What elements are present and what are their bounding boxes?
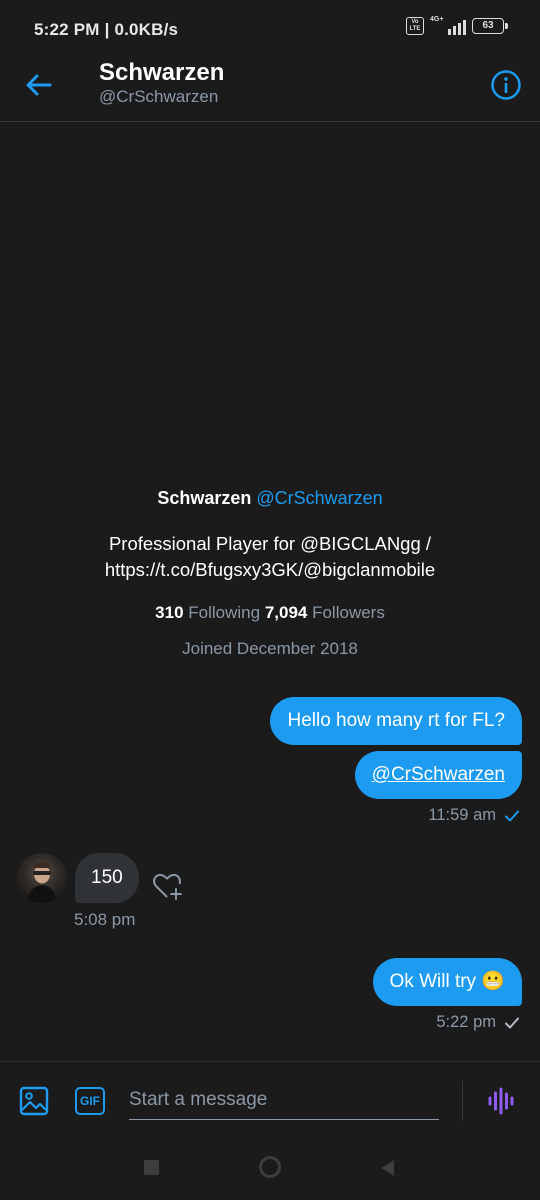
signal-bars bbox=[448, 20, 466, 35]
followers-count: 7,094 bbox=[264, 603, 308, 622]
profile-handle[interactable]: @CrSchwarzen bbox=[256, 488, 382, 508]
joined-date: Joined December 2018 bbox=[182, 639, 358, 658]
heart-plus-icon[interactable] bbox=[150, 868, 186, 904]
status-time: 5:22 PM | 0.0KB/s bbox=[34, 20, 179, 39]
voice-message-icon[interactable] bbox=[487, 1086, 515, 1116]
back-triangle-icon[interactable] bbox=[378, 1158, 396, 1178]
message-bubble-outgoing[interactable]: Ok Will try 😬 bbox=[372, 958, 522, 1006]
message-time: 11:59 am bbox=[428, 806, 496, 824]
volte-label: Vo LTE bbox=[409, 19, 421, 32]
message-bubble-incoming[interactable]: 150 bbox=[75, 853, 139, 903]
conversation-header: Schwarzen @CrSchwarzen bbox=[0, 59, 540, 122]
avatar-image bbox=[27, 862, 57, 903]
followers-label: Followers bbox=[312, 603, 385, 622]
info-icon[interactable] bbox=[490, 69, 522, 101]
status-bar: 5:22 PM | 0.0KB/s Vo LTE 4G+ 63 bbox=[0, 0, 540, 60]
arrow-left-icon[interactable] bbox=[22, 68, 56, 102]
message-composer: GIF bbox=[0, 1061, 540, 1139]
image-icon[interactable] bbox=[18, 1085, 50, 1117]
avatar[interactable] bbox=[17, 853, 67, 903]
system-nav-bar bbox=[0, 1139, 540, 1200]
message-bubble-outgoing[interactable]: @CrSchwarzen bbox=[354, 751, 522, 799]
gif-button[interactable]: GIF bbox=[75, 1087, 105, 1115]
bio-line: Professional Player for @BIGCLANgg / bbox=[108, 533, 432, 554]
volte-icon: Vo LTE bbox=[406, 17, 424, 35]
profile-title: Schwarzen @CrSchwarzen bbox=[0, 488, 540, 509]
home-icon[interactable] bbox=[259, 1156, 281, 1178]
message-input[interactable] bbox=[129, 1080, 439, 1120]
signal-icon: 4G+ bbox=[430, 16, 466, 35]
following-stat[interactable]: 310 Following bbox=[155, 603, 260, 622]
profile-bio: Professional Player for @BIGCLANgg / htt… bbox=[0, 531, 540, 583]
message-meta: 11:59 am bbox=[428, 806, 520, 825]
battery-level: 63 bbox=[482, 20, 494, 31]
composer-divider bbox=[462, 1081, 463, 1121]
profile-summary: Schwarzen @CrSchwarzen Professional Play… bbox=[0, 488, 540, 659]
following-label: Following bbox=[188, 603, 261, 622]
battery-icon: 63 bbox=[472, 18, 508, 34]
message-bubble-outgoing[interactable]: Hello how many rt for FL? bbox=[270, 697, 522, 745]
check-icon bbox=[505, 1017, 519, 1028]
recents-icon[interactable] bbox=[144, 1160, 159, 1175]
message-time: 5:22 pm bbox=[436, 1013, 496, 1031]
bio-line: https://t.co/Bfugsxy3GK/@bigclanmobile bbox=[104, 559, 436, 580]
followers-stat[interactable]: 7,094 Followers bbox=[265, 603, 385, 622]
status-icons: Vo LTE 4G+ 63 bbox=[406, 16, 508, 35]
message-meta: 5:22 pm bbox=[436, 1013, 520, 1032]
header-name: Schwarzen bbox=[99, 59, 225, 86]
following-count: 310 bbox=[155, 603, 184, 622]
profile-stats: 310 Following 7,094 Followers bbox=[0, 603, 540, 623]
message-time: 5:08 pm bbox=[74, 910, 136, 929]
profile-name[interactable]: Schwarzen bbox=[157, 488, 251, 508]
check-icon bbox=[505, 810, 519, 821]
header-handle: @CrSchwarzen bbox=[99, 87, 219, 106]
network-type: 4G+ bbox=[430, 16, 444, 23]
